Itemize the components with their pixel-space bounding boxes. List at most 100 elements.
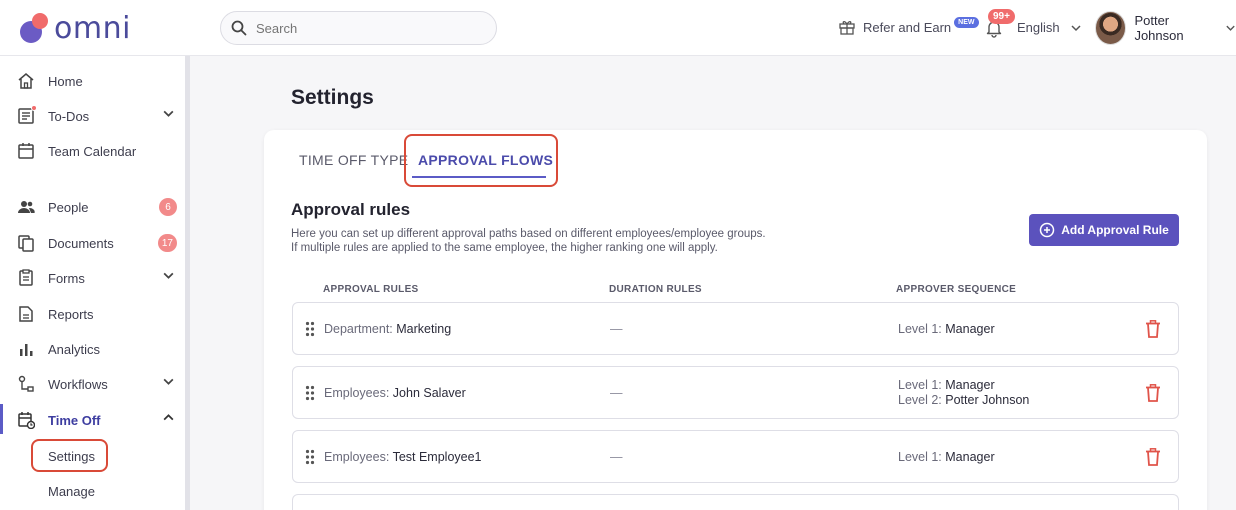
plus-circle-icon (1039, 222, 1055, 238)
chevron-up-icon (163, 414, 174, 421)
gift-icon (839, 21, 855, 35)
add-approval-rule-label: Add Approval Rule (1061, 223, 1169, 237)
sidebar-item-people[interactable]: People 6 (0, 189, 185, 225)
user-name: Potter Johnson (1134, 13, 1184, 43)
trash-icon[interactable] (1145, 448, 1161, 466)
table-row[interactable]: Employees: John Salaver — Level 1: Manag… (292, 366, 1179, 419)
language-selector[interactable]: English (1017, 20, 1082, 35)
sidebar-item-label: Team Calendar (48, 143, 137, 159)
approver-sequence-cell: Level 1: Manager (898, 322, 995, 337)
table-row[interactable]: Department: Marketing — Level 1: Manager (292, 302, 1179, 355)
avatar (1095, 11, 1127, 45)
sidebar-item-label: Time Off (48, 412, 101, 428)
level-key: Level 1: (898, 322, 942, 336)
section-description: Here you can set up different approval p… (291, 227, 766, 255)
sidebar-item-reports[interactable]: Reports (0, 296, 185, 332)
search-icon (231, 20, 247, 36)
chevron-down-icon (163, 110, 174, 117)
chevron-down-icon (1226, 25, 1235, 31)
approval-flows-highlight-box (404, 134, 558, 187)
settings-highlight-box (31, 439, 108, 472)
sidebar-item-home[interactable]: Home (0, 63, 185, 99)
chevron-down-icon (163, 378, 174, 385)
search-box[interactable] (220, 11, 497, 45)
sidebar-item-time-off[interactable]: Time Off (0, 402, 185, 438)
sidebar-item-team-calendar[interactable]: Team Calendar (0, 133, 185, 169)
level-value: Manager (945, 378, 995, 392)
add-approval-rule-button[interactable]: Add Approval Rule (1029, 214, 1179, 246)
rule-key: Department: (324, 322, 393, 336)
column-header-duration-rules: DURATION RULES (609, 284, 702, 295)
rule-value: John Salaver (392, 386, 466, 400)
time-off-calendar-icon (18, 412, 35, 429)
sidebar-item-label: Home (48, 73, 83, 89)
page-title: Settings (291, 86, 374, 109)
people-icon (18, 201, 35, 213)
search-input[interactable] (256, 20, 476, 36)
notification-count-badge: 99+ (988, 9, 1015, 24)
duration-rule-cell: — (610, 386, 623, 400)
section-title: Approval rules (291, 200, 411, 219)
notification-dot (31, 105, 37, 111)
trash-icon[interactable] (1145, 320, 1161, 338)
sidebar-subitem-manage[interactable]: Manage (48, 484, 95, 499)
sidebar-item-analytics[interactable]: Analytics (0, 331, 185, 367)
sidebar-item-workflows[interactable]: Workflows (0, 366, 185, 402)
tab-time-off-type[interactable]: TIME OFF TYPE (299, 152, 408, 168)
drag-handle-icon[interactable] (305, 449, 315, 465)
sidebar-item-label: Forms (48, 270, 85, 286)
user-menu[interactable]: Potter Johnson (1095, 11, 1236, 45)
refer-and-earn-link[interactable]: Refer and Earn NEW (838, 16, 979, 36)
home-icon (18, 73, 34, 89)
sidebar-item-label: Workflows (48, 376, 108, 392)
sidebar-item-label: Reports (48, 306, 94, 322)
trash-icon[interactable] (1145, 384, 1161, 402)
calendar-icon (18, 143, 34, 159)
level-key: Level 1: (898, 450, 942, 464)
sidebar-item-documents[interactable]: Documents 17 (0, 225, 185, 261)
column-header-approval-rules: APPROVAL RULES (323, 284, 419, 295)
level-key: Level 1: (898, 378, 942, 392)
column-header-approver-sequence: APPROVER SEQUENCE (896, 284, 1017, 295)
logo-text: omni (54, 10, 131, 46)
section-desc-line: Here you can set up different approval p… (291, 228, 766, 240)
rule-key: Employees: (324, 386, 390, 400)
approval-rule-cell: Employees: John Salaver (324, 386, 466, 400)
drag-handle-icon[interactable] (305, 321, 315, 337)
level-value: Potter Johnson (945, 393, 1030, 407)
level-value: Manager (945, 322, 995, 336)
rule-value: Test Employee1 (392, 450, 482, 464)
approval-rule-cell: Department: Marketing (324, 322, 451, 336)
rule-key: Employees: (324, 450, 390, 464)
approver-sequence-cell: Level 1: Manager Level 2: Potter Johnson (898, 378, 1029, 408)
sidebar-item-label: Documents (48, 235, 114, 251)
refer-label: Refer and Earn (863, 19, 952, 35)
approver-sequence-cell: Level 1: Manager (898, 450, 995, 465)
omni-logo-mark (18, 11, 52, 45)
sidebar-item-forms[interactable]: Forms (0, 260, 185, 296)
sidebar-item-label: People (48, 199, 89, 215)
sidebar-scrollbar[interactable] (185, 56, 190, 510)
language-label: English (1017, 20, 1060, 35)
people-count-badge: 6 (159, 198, 177, 216)
drag-handle-icon[interactable] (305, 385, 315, 401)
top-header: omni Refer and Earn NEW 99+ English Pott… (0, 0, 1236, 56)
chevron-down-icon (163, 272, 174, 279)
approval-rule-cell: Employees: Test Employee1 (324, 450, 482, 464)
workflow-icon (18, 375, 34, 392)
sidebar-item-todos[interactable]: To-Dos (0, 98, 185, 134)
table-row[interactable]: Employees: Test Employee1 — Level 1: Man… (292, 430, 1179, 483)
duration-rule-cell: — (610, 450, 623, 464)
forms-icon (19, 269, 33, 286)
rule-value: Marketing (396, 322, 452, 336)
omni-logo[interactable]: omni (18, 10, 131, 46)
section-desc-line: If multiple rules are applied to the sam… (291, 242, 718, 254)
report-icon (19, 306, 33, 322)
bar-chart-icon (20, 344, 33, 356)
table-row[interactable] (292, 494, 1179, 510)
chevron-down-icon (1071, 24, 1081, 31)
new-badge: NEW (954, 16, 979, 28)
sidebar-item-label: Analytics (48, 341, 101, 357)
documents-icon (18, 235, 34, 252)
sidebar-item-label: To-Dos (48, 108, 90, 124)
